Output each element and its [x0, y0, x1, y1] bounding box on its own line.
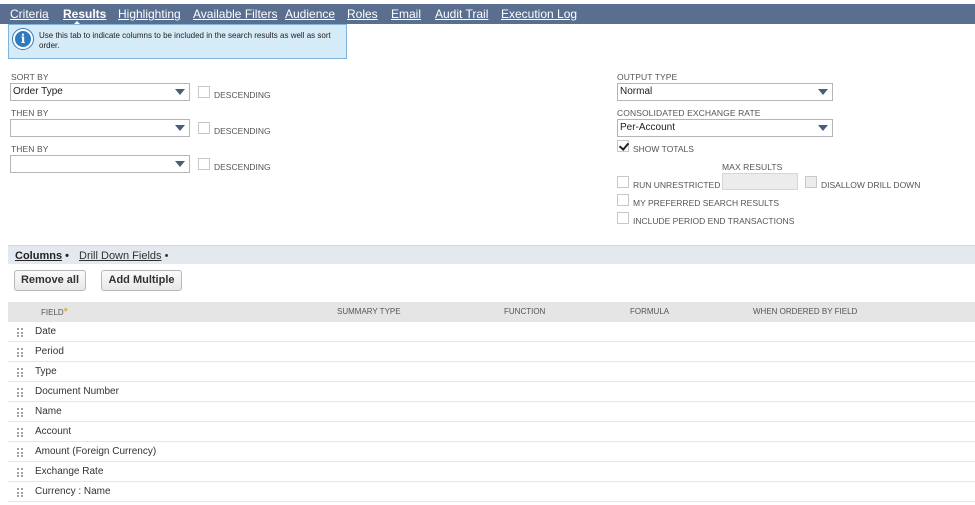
include-period-end-checkbox[interactable]: [617, 212, 629, 224]
drag-handle-icon[interactable]: [17, 368, 23, 377]
drag-handle-icon[interactable]: [17, 408, 23, 417]
field-cell[interactable]: Amount (Foreign Currency): [35, 442, 156, 462]
chevron-down-icon: [175, 89, 185, 95]
search-tab-bar: Criteria Results Highlighting Available …: [0, 4, 975, 25]
exchange-rate-label: CONSOLIDATED EXCHANGE RATE: [617, 108, 761, 118]
max-results-input[interactable]: [722, 173, 798, 190]
drag-handle-icon[interactable]: [17, 468, 23, 477]
field-cell[interactable]: Type: [35, 362, 57, 382]
disallow-drill-down-checkbox[interactable]: [805, 176, 817, 188]
drag-handle-icon[interactable]: [17, 428, 23, 437]
then-by-1-label: THEN BY: [11, 108, 49, 118]
run-unrestricted-checkbox[interactable]: [617, 176, 629, 188]
info-message-box: i Use this tab to indicate columns to be…: [8, 24, 347, 59]
columns-table-header: FIELD* SUMMARY TYPE FUNCTION FORMULA WHE…: [8, 302, 975, 322]
include-period-end-label: INCLUDE PERIOD END TRANSACTIONS: [633, 216, 795, 226]
drag-handle-icon[interactable]: [17, 488, 23, 497]
drag-handle-icon[interactable]: [17, 348, 23, 357]
header-formula: FORMULA: [630, 307, 670, 316]
field-cell[interactable]: Name: [35, 402, 62, 422]
sort-by-descending-label: DESCENDING: [214, 90, 271, 100]
subtab-columns[interactable]: Columns •: [15, 248, 69, 264]
sort-by-value: Order Type: [13, 86, 63, 97]
subtab-drill-down-fields-dot: •: [164, 250, 169, 262]
drag-handle-icon[interactable]: [17, 448, 23, 457]
tab-audit-trail[interactable]: Audit Trail: [435, 4, 488, 24]
tab-criteria[interactable]: Criteria: [10, 4, 49, 24]
table-row[interactable]: Account: [8, 422, 975, 442]
then-by-1-descending-label: DESCENDING: [214, 126, 271, 136]
info-icon: i: [13, 29, 33, 49]
then-by-1-select[interactable]: [10, 119, 190, 137]
chevron-down-icon: [818, 89, 828, 95]
field-cell[interactable]: Period: [35, 342, 64, 362]
subtab-bar: Columns • Drill Down Fields •: [8, 245, 975, 264]
then-by-2-label: THEN BY: [11, 144, 49, 154]
then-by-2-descending-checkbox[interactable]: [198, 158, 210, 170]
info-message-text: Use this tab to indicate columns to be i…: [39, 31, 331, 50]
field-cell[interactable]: Date: [35, 322, 56, 342]
then-by-2-descending-label: DESCENDING: [214, 162, 271, 172]
table-row[interactable]: Currency : Name: [8, 482, 975, 502]
then-by-2-select[interactable]: [10, 155, 190, 173]
table-row[interactable]: Period: [8, 342, 975, 362]
header-field-label: FIELD: [41, 308, 64, 317]
table-row[interactable]: Amount (Foreign Currency): [8, 442, 975, 462]
table-row[interactable]: Document Number: [8, 382, 975, 402]
my-preferred-search-results-label: MY PREFERRED SEARCH RESULTS: [633, 198, 780, 208]
then-by-1-descending-checkbox[interactable]: [198, 122, 210, 134]
table-row[interactable]: Name: [8, 402, 975, 422]
exchange-rate-value: Per-Account: [620, 122, 676, 133]
field-cell[interactable]: Account: [35, 422, 71, 442]
sort-by-label: SORT BY: [11, 72, 49, 82]
chevron-down-icon: [818, 125, 828, 131]
sort-by-descending-checkbox[interactable]: [198, 86, 210, 98]
tab-available-filters[interactable]: Available Filters: [193, 4, 277, 24]
tab-execution-log[interactable]: Execution Log: [501, 4, 577, 24]
subtab-columns-dot: •: [65, 250, 69, 262]
chevron-down-icon: [175, 161, 185, 167]
field-cell[interactable]: Document Number: [35, 382, 119, 402]
remove-all-button[interactable]: Remove all: [14, 270, 86, 291]
disallow-drill-down-label: DISALLOW DRILL DOWN: [821, 180, 921, 190]
output-type-select[interactable]: Normal: [617, 83, 833, 101]
tab-audience[interactable]: Audience: [285, 4, 335, 24]
max-results-label: MAX RESULTS: [722, 162, 783, 172]
header-function: FUNCTION: [504, 307, 546, 316]
subtab-columns-label: Columns: [15, 250, 63, 262]
table-row[interactable]: Date: [8, 322, 975, 342]
chevron-down-icon: [175, 125, 185, 131]
output-type-label: OUTPUT TYPE: [617, 72, 678, 82]
field-cell[interactable]: Currency : Name: [35, 482, 111, 502]
field-cell[interactable]: Exchange Rate: [35, 462, 103, 482]
table-row[interactable]: Type: [8, 362, 975, 382]
subtab-drill-down-fields-label: Drill Down Fields: [79, 250, 162, 262]
required-mark: *: [63, 306, 68, 318]
tab-email[interactable]: Email: [391, 4, 421, 24]
header-field: FIELD*: [41, 302, 68, 322]
sort-by-select[interactable]: Order Type: [10, 83, 190, 101]
header-when-ordered-by-field: WHEN ORDERED BY FIELD: [753, 307, 858, 316]
tab-highlighting[interactable]: Highlighting: [118, 4, 181, 24]
exchange-rate-select[interactable]: Per-Account: [617, 119, 833, 137]
tab-roles[interactable]: Roles: [347, 4, 378, 24]
add-multiple-button[interactable]: Add Multiple: [101, 270, 182, 291]
run-unrestricted-label: RUN UNRESTRICTED: [633, 180, 721, 190]
drag-handle-icon[interactable]: [17, 388, 23, 397]
drag-handle-icon[interactable]: [17, 328, 23, 337]
show-totals-label: SHOW TOTALS: [633, 144, 694, 154]
output-type-value: Normal: [620, 86, 653, 97]
header-summary-type: SUMMARY TYPE: [337, 307, 401, 316]
subtab-drill-down-fields[interactable]: Drill Down Fields •: [79, 248, 168, 264]
table-row[interactable]: Exchange Rate: [8, 462, 975, 482]
tab-results[interactable]: Results: [63, 4, 106, 24]
my-preferred-search-results-checkbox[interactable]: [617, 194, 629, 206]
show-totals-checkbox[interactable]: [617, 140, 629, 152]
